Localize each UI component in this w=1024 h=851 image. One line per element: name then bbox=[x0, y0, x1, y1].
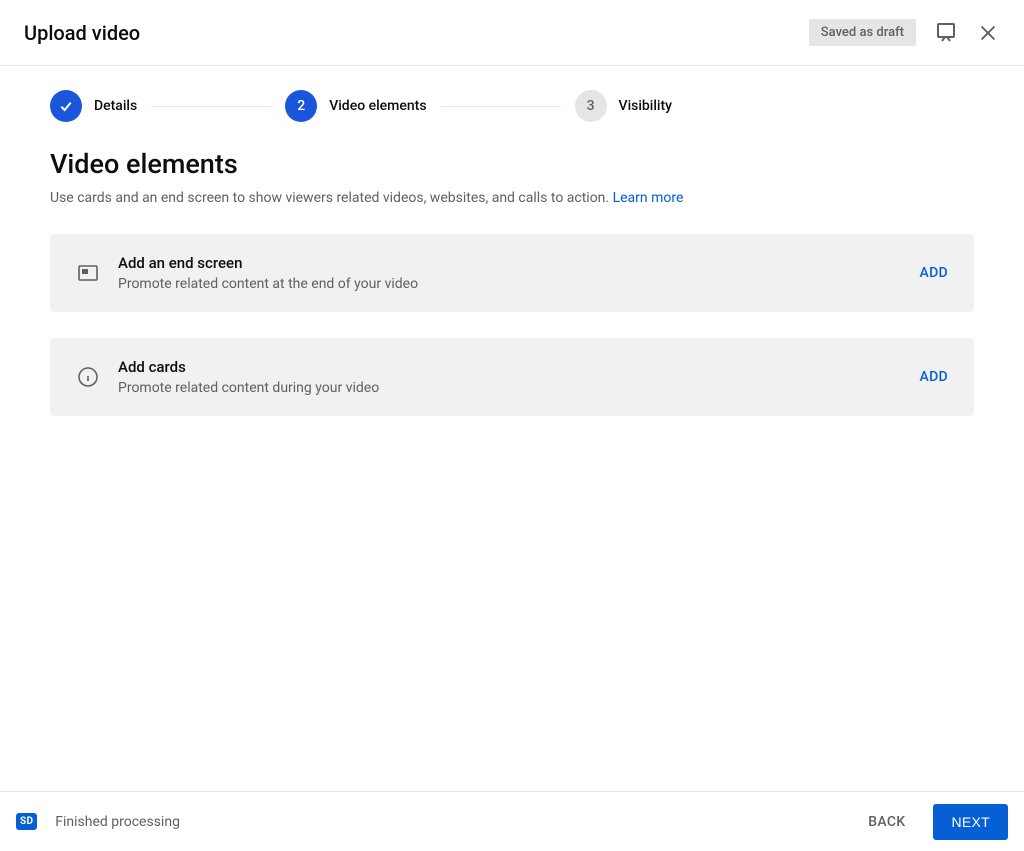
close-icon[interactable] bbox=[976, 21, 1000, 45]
card-title: Add an end screen bbox=[118, 254, 920, 272]
next-button[interactable]: NEXT bbox=[933, 804, 1008, 840]
draft-status-badge: Saved as draft bbox=[809, 19, 916, 46]
stepper: Details 2 Video elements 3 Visibility bbox=[50, 90, 974, 122]
dialog-content: Details 2 Video elements 3 Visibility Vi… bbox=[0, 66, 1024, 416]
cards-card: Add cards Promote related content during… bbox=[50, 338, 974, 416]
end-screen-card: Add an end screen Promote related conten… bbox=[50, 234, 974, 312]
card-body: Add an end screen Promote related conten… bbox=[118, 254, 920, 292]
feedback-icon[interactable] bbox=[934, 21, 958, 45]
step-label: Video elements bbox=[329, 98, 426, 114]
step-label: Visibility bbox=[619, 98, 672, 114]
step-video-elements[interactable]: 2 Video elements bbox=[285, 90, 426, 122]
step-check-icon bbox=[50, 90, 82, 122]
processing-status: Finished processing bbox=[55, 814, 854, 830]
back-button[interactable]: BACK bbox=[854, 804, 919, 840]
header-actions: Saved as draft bbox=[809, 19, 1000, 46]
footer-actions: BACK NEXT bbox=[854, 804, 1008, 840]
step-visibility[interactable]: 3 Visibility bbox=[575, 90, 672, 122]
section-description: Use cards and an end screen to show view… bbox=[50, 190, 974, 206]
card-title: Add cards bbox=[118, 358, 920, 376]
info-icon bbox=[76, 365, 100, 389]
step-label: Details bbox=[94, 98, 137, 114]
step-connector bbox=[441, 106, 561, 107]
learn-more-link[interactable]: Learn more bbox=[613, 190, 684, 206]
add-cards-button[interactable]: ADD bbox=[920, 369, 948, 385]
sd-badge: SD bbox=[16, 813, 37, 830]
step-number: 3 bbox=[575, 90, 607, 122]
card-body: Add cards Promote related content during… bbox=[118, 358, 920, 396]
step-connector bbox=[151, 106, 271, 107]
dialog-title: Upload video bbox=[24, 21, 140, 45]
step-details[interactable]: Details bbox=[50, 90, 137, 122]
section-title: Video elements bbox=[50, 148, 974, 180]
section-desc-text: Use cards and an end screen to show view… bbox=[50, 190, 613, 206]
step-number: 2 bbox=[285, 90, 317, 122]
card-description: Promote related content during your vide… bbox=[118, 380, 920, 396]
end-screen-icon bbox=[76, 261, 100, 285]
add-end-screen-button[interactable]: ADD bbox=[920, 265, 948, 281]
card-description: Promote related content at the end of yo… bbox=[118, 276, 920, 292]
dialog-header: Upload video Saved as draft bbox=[0, 0, 1024, 66]
dialog-footer: SD Finished processing BACK NEXT bbox=[0, 791, 1024, 851]
